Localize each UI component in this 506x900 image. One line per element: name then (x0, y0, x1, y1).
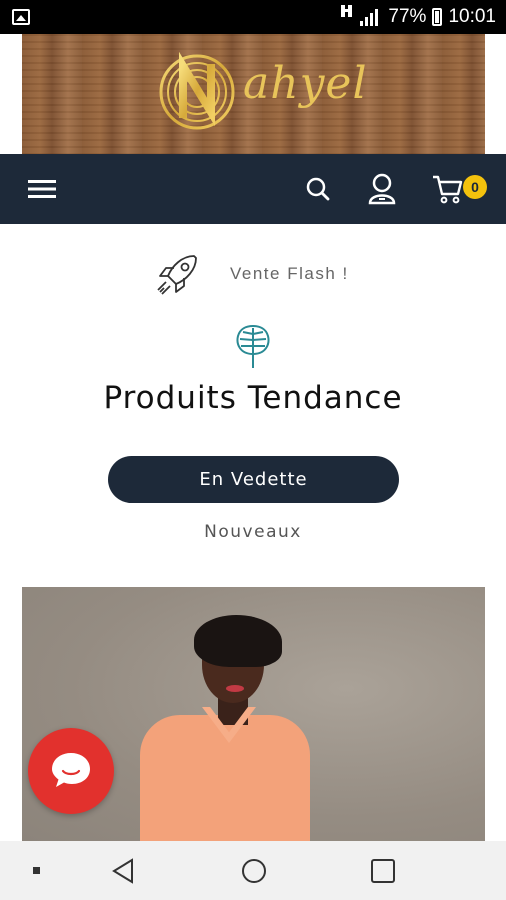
user-icon (368, 173, 396, 205)
nav-dot-indicator (33, 867, 40, 874)
flash-sale-label: Vente Flash ! (230, 264, 349, 283)
search-icon (306, 177, 330, 201)
chat-bubble-icon (52, 753, 90, 787)
product-lips (226, 685, 244, 692)
logo-monogram-icon (159, 52, 235, 130)
home-circle-icon[interactable] (240, 857, 268, 885)
network-icon (340, 3, 354, 24)
cart-icon (433, 175, 463, 204)
monstera-leaf-icon (236, 324, 270, 368)
brand-logo: ahyel (157, 44, 367, 144)
back-triangle-icon[interactable] (110, 857, 136, 885)
top-navbar (0, 154, 506, 224)
status-right: 77% 10:01 (340, 3, 496, 28)
search-button[interactable] (300, 154, 336, 224)
menu-button[interactable] (24, 154, 60, 224)
cart-count-badge: 0 (463, 175, 487, 199)
logo-text: ahyel (243, 58, 368, 109)
flash-sale-link[interactable]: Vente Flash ! (150, 250, 390, 300)
brand-banner[interactable]: ahyel (22, 34, 485, 154)
product-hair (194, 615, 282, 667)
account-button[interactable] (362, 154, 402, 224)
cart-button[interactable] (428, 154, 468, 224)
battery-percent: 77% (388, 6, 427, 27)
recents-square-icon[interactable] (370, 858, 396, 884)
tab-featured[interactable]: En Vedette (108, 456, 399, 503)
system-navigation-bar (0, 841, 506, 900)
chat-button[interactable] (28, 728, 114, 814)
section-title: Produits Tendance (103, 380, 403, 416)
banner-area: ahyel (0, 34, 506, 154)
clock: 10:01 (448, 6, 496, 27)
image-notification-icon (12, 9, 30, 25)
status-bar: 77% 10:01 (0, 0, 506, 34)
signal-icon (360, 8, 382, 26)
battery-icon (432, 8, 443, 26)
tab-new[interactable]: Nouveaux (0, 522, 506, 542)
hamburger-icon (28, 180, 56, 198)
rocket-icon (157, 255, 197, 295)
